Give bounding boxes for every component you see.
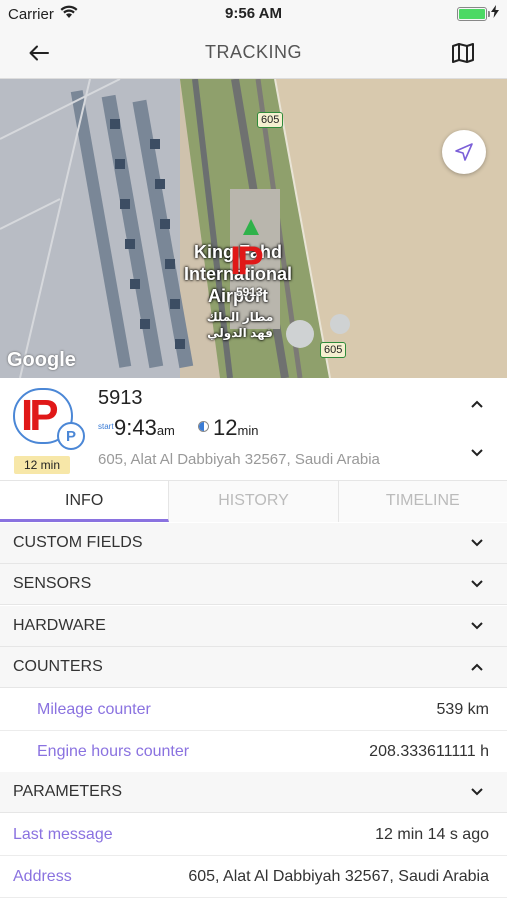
chevron-down-icon xyxy=(467,616,487,636)
chevron-up-icon xyxy=(471,400,483,408)
chevron-down-icon xyxy=(467,782,487,802)
unit-summary: IP P 12 min 5913 start 9:43am 12min 605,… xyxy=(0,378,507,480)
unit-avatar-text: IP xyxy=(21,391,59,440)
charging-icon xyxy=(491,5,499,23)
info-row-last-message: Last message 12 min 14 s ago xyxy=(0,814,507,856)
collapse-button[interactable] xyxy=(467,394,487,414)
battery-icon xyxy=(457,7,490,21)
counter-value: 539 km xyxy=(436,701,489,718)
counter-row-mileage[interactable]: Mileage counter 539 km xyxy=(0,689,507,731)
chevron-down-icon xyxy=(471,449,483,457)
section-parameters[interactable]: PARAMETERS xyxy=(0,772,507,813)
road-605-badge-top: 605 xyxy=(257,112,284,128)
road-605-badge-bottom: 605 xyxy=(320,342,347,358)
unit-marker-label: 5913 xyxy=(236,285,263,299)
tab-info[interactable]: INFO xyxy=(0,481,170,522)
section-label: PARAMETERS xyxy=(13,783,123,800)
unit-marker-icon: IP xyxy=(230,239,264,283)
chevron-down-icon xyxy=(467,574,487,594)
start-label: start xyxy=(98,422,114,431)
locate-button[interactable] xyxy=(442,130,486,174)
direction-arrow-icon xyxy=(243,219,259,235)
unit-avatar[interactable]: IP P xyxy=(13,388,85,450)
map-view[interactable]: 605 605 King Fahd International Airport … xyxy=(0,79,507,378)
counter-label: Engine hours counter xyxy=(37,743,190,760)
status-bar: Carrier 9:56 AM xyxy=(0,0,507,28)
last-update-badge: 12 min xyxy=(14,456,70,474)
tab-timeline[interactable]: TIMELINE xyxy=(338,481,507,522)
duration-icon xyxy=(198,421,209,432)
status-time: 9:56 AM xyxy=(225,5,282,22)
page-title: TRACKING xyxy=(204,42,302,62)
tab-bar: INFO HISTORY TIMELINE xyxy=(0,480,507,522)
info-value: 605, Alat Al Dabbiyah 32567, Saudi Arabi… xyxy=(188,868,489,885)
info-label: Address xyxy=(13,868,72,885)
counter-value: 208.333611111 h xyxy=(369,743,489,760)
tab-history[interactable]: HISTORY xyxy=(169,481,339,522)
section-label: COUNTERS xyxy=(13,658,103,675)
nav-bar: TRACKING xyxy=(0,28,507,79)
info-row-address: Address 605, Alat Al Dabbiyah 32567, Sau… xyxy=(0,856,507,898)
counter-row-engine-hours[interactable]: Engine hours counter 208.333611111 h xyxy=(0,731,507,773)
google-logo: Google xyxy=(7,349,76,371)
navigation-arrow-icon xyxy=(455,143,473,161)
airport-label-arabic: مطار الملك فهد الدولي xyxy=(206,310,274,340)
section-label: CUSTOM FIELDS xyxy=(13,534,143,551)
counter-label: Mileage counter xyxy=(37,701,151,718)
start-time: 9:43am xyxy=(114,415,175,440)
section-label: HARDWARE xyxy=(13,617,106,634)
expand-button[interactable] xyxy=(467,443,487,463)
unit-address: 605, Alat Al Dabbiyah 32567, Saudi Arabi… xyxy=(98,451,380,468)
section-sensors[interactable]: SENSORS xyxy=(0,564,507,605)
section-counters[interactable]: COUNTERS xyxy=(0,647,507,688)
info-label: Last message xyxy=(13,826,113,843)
stop-duration: 12min xyxy=(213,415,259,440)
parking-badge: P xyxy=(57,422,85,450)
section-hardware[interactable]: HARDWARE xyxy=(0,606,507,647)
section-custom-fields[interactable]: CUSTOM FIELDS xyxy=(0,523,507,564)
chevron-up-icon xyxy=(467,657,487,677)
unit-map-marker[interactable]: IP 5913 xyxy=(228,219,278,309)
info-value: 12 min 14 s ago xyxy=(375,826,489,843)
map-icon xyxy=(452,43,474,63)
chevron-down-icon xyxy=(467,533,487,553)
map-view-button[interactable] xyxy=(449,39,477,67)
unit-name: 5913 xyxy=(98,387,143,409)
section-label: SENSORS xyxy=(13,575,92,592)
